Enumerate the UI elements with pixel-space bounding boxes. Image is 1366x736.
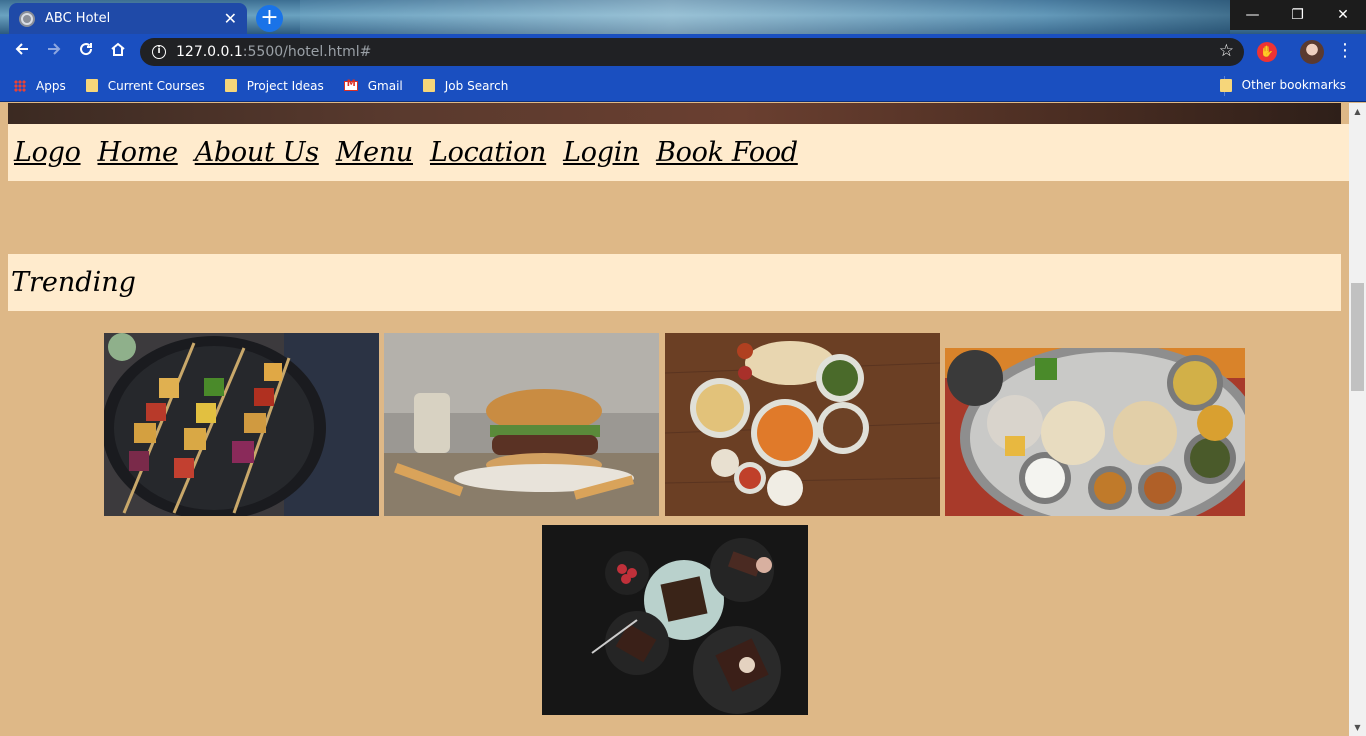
nav-book-food[interactable]: Book Food: [656, 137, 798, 168]
nav-about-us[interactable]: About Us: [195, 137, 319, 168]
globe-icon: [19, 10, 35, 27]
home-button[interactable]: [102, 36, 134, 68]
page-scrollbar[interactable]: ▲ ▼: [1349, 103, 1366, 736]
nav-logo[interactable]: Logo: [14, 137, 81, 168]
bookmarks-bar: Apps Current Courses Project Ideas Gmail…: [0, 70, 1366, 102]
browser-titlebar: ABC Hotel ✕ + — ❐ ✕: [0, 0, 1366, 34]
folder-icon: [422, 79, 435, 92]
nav-location[interactable]: Location: [430, 137, 546, 168]
url-host: 127.0.0.1: [176, 44, 243, 60]
bookmark-label: Gmail: [367, 78, 403, 93]
bookmark-star-icon[interactable]: ☆: [1219, 41, 1234, 61]
page-viewport: Logo Home About Us Menu Location Login B…: [0, 103, 1349, 736]
minimize-button[interactable]: —: [1230, 0, 1275, 30]
nav-menu[interactable]: Menu: [336, 137, 414, 168]
scroll-down-arrow-icon[interactable]: ▼: [1349, 719, 1366, 736]
browser-tab[interactable]: ABC Hotel ✕: [9, 3, 247, 34]
other-bookmarks-label: Other bookmarks: [1241, 78, 1346, 92]
close-window-button[interactable]: ✕: [1320, 0, 1366, 30]
browser-menu-icon[interactable]: ⋮: [1335, 40, 1355, 64]
arrow-right-icon: [48, 43, 61, 55]
site-navbar: Logo Home About Us Menu Location Login B…: [8, 124, 1349, 181]
bookmark-label: Current Courses: [107, 78, 205, 93]
bookmark-current-courses[interactable]: Current Courses: [85, 78, 205, 93]
folder-icon: [1219, 78, 1232, 92]
url-path: :5500/hotel.html#: [242, 44, 372, 60]
bookmark-label: Apps: [36, 78, 66, 93]
restore-button[interactable]: ❐: [1275, 0, 1320, 30]
bookmark-label: Job Search: [444, 78, 509, 93]
other-bookmarks[interactable]: Other bookmarks: [1219, 78, 1346, 92]
tab-title: ABC Hotel: [45, 11, 111, 26]
home-icon: [111, 42, 125, 56]
gmail-icon: [343, 79, 358, 91]
apps-grid-icon: [14, 79, 26, 92]
indian-curries-spread-image: [665, 333, 940, 516]
titlebar-theme-background: [300, 0, 1230, 34]
browser-toolbar: i 127.0.0.1:5500/hotel.html# ☆ ✋ ⋮: [0, 34, 1366, 70]
bookmark-apps[interactable]: Apps: [14, 79, 66, 93]
bookmark-project-ideas[interactable]: Project Ideas: [224, 78, 324, 93]
scrollbar-thumb[interactable]: [1351, 283, 1364, 391]
hero-image-strip: [8, 103, 1341, 124]
bookmark-job-search[interactable]: Job Search: [422, 78, 509, 93]
section-title: Trending: [11, 267, 136, 298]
info-icon[interactable]: i: [152, 45, 166, 59]
reload-icon: [80, 43, 93, 56]
scroll-up-arrow-icon[interactable]: ▲: [1349, 103, 1366, 120]
burger-image: [384, 333, 659, 516]
back-button[interactable]: [6, 36, 38, 68]
new-tab-button[interactable]: +: [256, 5, 283, 32]
extension-icon[interactable]: ✋: [1257, 42, 1277, 62]
address-bar[interactable]: i 127.0.0.1:5500/hotel.html# ☆: [140, 38, 1244, 66]
bookmark-gmail[interactable]: Gmail: [343, 78, 403, 93]
bookmark-label: Project Ideas: [246, 78, 324, 93]
nav-home[interactable]: Home: [98, 137, 178, 168]
chocolate-cake-image: [542, 525, 808, 715]
folder-icon: [224, 79, 237, 92]
reload-button[interactable]: [70, 36, 102, 68]
trending-header: Trending: [8, 254, 1341, 311]
arrow-left-icon: [15, 43, 28, 55]
nav-login[interactable]: Login: [563, 137, 639, 168]
paneer-tikka-skewers-image: [104, 333, 379, 516]
profile-avatar[interactable]: [1300, 40, 1324, 64]
thali-platter-image: [945, 348, 1245, 516]
folder-icon: [85, 79, 98, 92]
forward-button[interactable]: [38, 36, 70, 68]
close-tab-icon[interactable]: ✕: [224, 9, 237, 28]
